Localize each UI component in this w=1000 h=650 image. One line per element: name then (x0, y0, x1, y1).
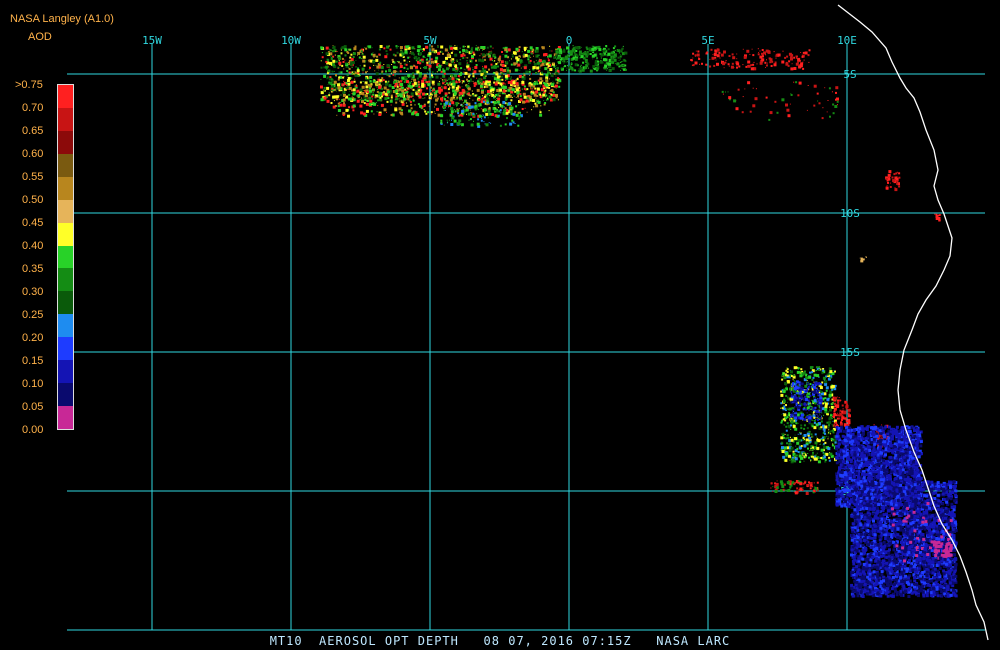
legend-label: 0.45 (22, 217, 44, 229)
grid-label: 5W (423, 34, 437, 47)
aod-pixel-cluster (850, 480, 958, 598)
legend-label: 0.60 (22, 148, 44, 160)
aod-pixel-cluster (555, 45, 628, 73)
aod-pixel-cluster (859, 256, 867, 263)
grid-label: 15S (840, 346, 860, 359)
legend-label: 0.30 (22, 286, 44, 298)
grid-label: 0 (566, 34, 573, 47)
legend-label: 0.70 (22, 102, 44, 114)
legend-label: 0.05 (22, 401, 44, 413)
aod-pixel-cluster (934, 213, 942, 222)
header-title: NASA Langley (A1.0) (10, 13, 114, 25)
footer-caption: MT10 AEROSOL OPT DEPTH 08 07, 2016 07:15… (269, 634, 731, 648)
lat-lon-grid: 15W10W5W05E10E5S10S15S20S (67, 34, 985, 631)
grid-label: 10S (840, 207, 860, 220)
legend-label: >0.75 (15, 79, 43, 91)
legend-label: 0.10 (22, 378, 44, 390)
legend-label: 0.15 (22, 355, 44, 367)
legend-label: 0.55 (22, 171, 44, 183)
grid-label: 5E (701, 34, 714, 47)
aod-map: 15W10W5W05E10E5S10S15S20S (67, 4, 989, 641)
legend-label: 0.50 (22, 194, 44, 206)
legend-label: 0.35 (22, 263, 44, 275)
aod-pixel-cluster (885, 170, 901, 192)
aod-pixel-cluster (832, 396, 851, 429)
legend-label: 0.20 (22, 332, 44, 344)
legend-label: 0.40 (22, 240, 44, 252)
legend-label: 0.25 (22, 309, 44, 321)
aod-pixel-cluster (780, 366, 838, 464)
grid-label: 5S (843, 68, 856, 81)
aod-pixel-cluster (770, 480, 819, 495)
legend-label: 0.00 (22, 424, 44, 436)
legend-label: 0.65 (22, 125, 44, 137)
grid-label: 10W (281, 34, 301, 47)
aod-data-layer (320, 45, 958, 598)
grid-label: 10E (837, 34, 857, 47)
product-label: AOD (28, 31, 52, 43)
grid-label: 15W (142, 34, 162, 47)
aod-pixel-cluster (721, 81, 839, 121)
